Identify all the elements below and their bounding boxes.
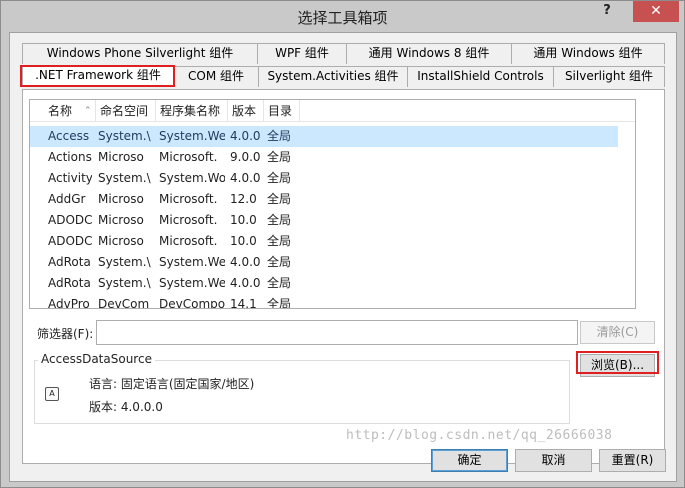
ok-button[interactable]: 确定 <box>431 449 508 472</box>
cell-assembly: System.We <box>159 276 225 290</box>
cell-namespace: Microso <box>98 150 144 164</box>
cell-version: 10.0 <box>230 234 257 248</box>
cell-namespace: Microso <box>98 192 144 206</box>
component-icon: A <box>45 387 59 401</box>
cell-directory: 全局 <box>267 171 292 185</box>
tab-installshield-controls[interactable]: InstallShield Controls <box>407 66 554 87</box>
list-item[interactable]: AdvPro DevCom DevCompo 14.1 全局 <box>30 294 618 309</box>
cell-version: 4.0.0 <box>230 276 260 290</box>
tab-dotnet-framework[interactable]: .NET Framework 组件 <box>22 65 174 87</box>
cell-namespace: System.\ <box>98 276 151 290</box>
cell-namespace: Microso <box>98 213 144 227</box>
cell-assembly: System.Wo <box>159 171 225 185</box>
cell-version: 10.0 <box>230 213 257 227</box>
list-item[interactable]: ADODC Microso Microsoft. 10.0 全局 <box>30 210 618 231</box>
tab-universal-windows-8[interactable]: 通用 Windows 8 组件 <box>346 43 512 64</box>
column-header-assembly[interactable]: 程序集名称 <box>156 100 228 122</box>
cell-assembly: DevCompo <box>159 297 225 309</box>
component-list[interactable]: 名称 ⌃ 命名空间 程序集名称 版本 目录 Access System.\ Syst… <box>29 99 636 309</box>
cancel-button[interactable]: 取消 <box>515 449 592 472</box>
tab-silverlight[interactable]: Silverlight 组件 <box>553 66 665 87</box>
cell-directory: 全局 <box>267 192 292 206</box>
tab-com[interactable]: COM 组件 <box>173 66 259 87</box>
list-item[interactable]: AdRota System.\ System.We 4.0.0 全局 <box>30 252 618 273</box>
sort-asc-icon: ⌃ <box>84 106 92 116</box>
cell-assembly: System.We <box>159 129 225 143</box>
column-header-namespace[interactable]: 命名空间 <box>96 100 156 122</box>
close-button[interactable]: ✕ <box>633 1 679 22</box>
cell-namespace: DevCom <box>98 297 150 309</box>
choose-toolbox-items-dialog: 选择工具箱项 ? ✕ Windows Phone Silverlight 组件 … <box>0 0 685 488</box>
cell-name: AdRota <box>48 255 91 269</box>
cell-assembly: Microsoft. <box>159 213 218 227</box>
list-item[interactable]: AdRota System.\ System.We 4.0.0 全局 <box>30 273 618 294</box>
tab-windows-phone-silverlight[interactable]: Windows Phone Silverlight 组件 <box>22 43 258 64</box>
cell-directory: 全局 <box>267 150 292 164</box>
list-item[interactable]: Access System.\ System.We 4.0.0 全局 <box>30 126 618 147</box>
cell-version: 14.1 <box>230 297 257 309</box>
cell-directory: 全局 <box>267 297 292 309</box>
cell-name: Access <box>48 129 90 143</box>
cell-name: AdvPro <box>48 297 90 309</box>
cell-version: 12.0 <box>230 192 257 206</box>
cell-name: Activity <box>48 171 92 185</box>
cell-directory: 全局 <box>267 255 292 269</box>
filter-input[interactable] <box>96 320 578 345</box>
reset-button[interactable]: 重置(R) <box>599 449 666 472</box>
cell-directory: 全局 <box>267 129 292 143</box>
list-item[interactable]: AddGr Microso Microsoft. 12.0 全局 <box>30 189 618 210</box>
cell-directory: 全局 <box>267 276 292 290</box>
cell-assembly: Microsoft. <box>159 192 218 206</box>
watermark-text: http://blog.csdn.net/qq_26666038 <box>346 428 613 443</box>
cell-assembly: System.We <box>159 255 225 269</box>
column-header-version[interactable]: 版本 <box>228 100 264 122</box>
dialog-body: Windows Phone Silverlight 组件 WPF 组件 通用 W… <box>9 32 677 482</box>
language-info: 语言: 固定语言(固定国家/地区) <box>89 377 255 391</box>
cell-assembly: Microsoft. <box>159 150 218 164</box>
title-bar: 选择工具箱项 ? ✕ <box>1 1 684 31</box>
cell-namespace: System.\ <box>98 255 151 269</box>
filter-label: 筛选器(F): <box>37 327 94 341</box>
cell-name: ADODC <box>48 234 92 248</box>
browse-button[interactable]: 浏览(B)... <box>580 354 655 377</box>
column-header-directory[interactable]: 目录 <box>264 100 300 122</box>
cell-namespace: Microso <box>98 234 144 248</box>
cell-namespace: System.\ <box>98 171 151 185</box>
cell-version: 4.0.0 <box>230 171 260 185</box>
cell-directory: 全局 <box>267 234 292 248</box>
clear-button[interactable]: 清除(C) <box>580 321 655 344</box>
cell-name: Actions <box>48 150 92 164</box>
cell-name: AdRota <box>48 276 91 290</box>
cell-version: 4.0.0 <box>230 255 260 269</box>
list-item[interactable]: Activity System.\ System.Wo 4.0.0 全局 <box>30 168 618 189</box>
details-group-title: AccessDataSource <box>38 352 155 366</box>
cell-version: 4.0.0 <box>230 129 260 143</box>
cell-name: AddGr <box>48 192 86 206</box>
cell-version: 9.0.0 <box>230 150 260 164</box>
tab-universal-windows[interactable]: 通用 Windows 组件 <box>511 43 665 64</box>
help-button[interactable]: ? <box>595 3 619 23</box>
tab-wpf[interactable]: WPF 组件 <box>257 43 347 64</box>
cell-namespace: System.\ <box>98 129 151 143</box>
list-header: 名称 ⌃ 命名空间 程序集名称 版本 目录 <box>30 100 635 122</box>
cell-assembly: Microsoft. <box>159 234 218 248</box>
version-info: 版本: 4.0.0.0 <box>89 400 163 414</box>
window-title: 选择工具箱项 <box>297 9 388 27</box>
list-item[interactable]: Actions Microso Microsoft. 9.0.0 全局 <box>30 147 618 168</box>
list-item[interactable]: ADODC Microso Microsoft. 10.0 全局 <box>30 231 618 252</box>
tab-system-activities[interactable]: System.Activities 组件 <box>258 66 408 87</box>
cell-name: ADODC <box>48 213 92 227</box>
cell-directory: 全局 <box>267 213 292 227</box>
